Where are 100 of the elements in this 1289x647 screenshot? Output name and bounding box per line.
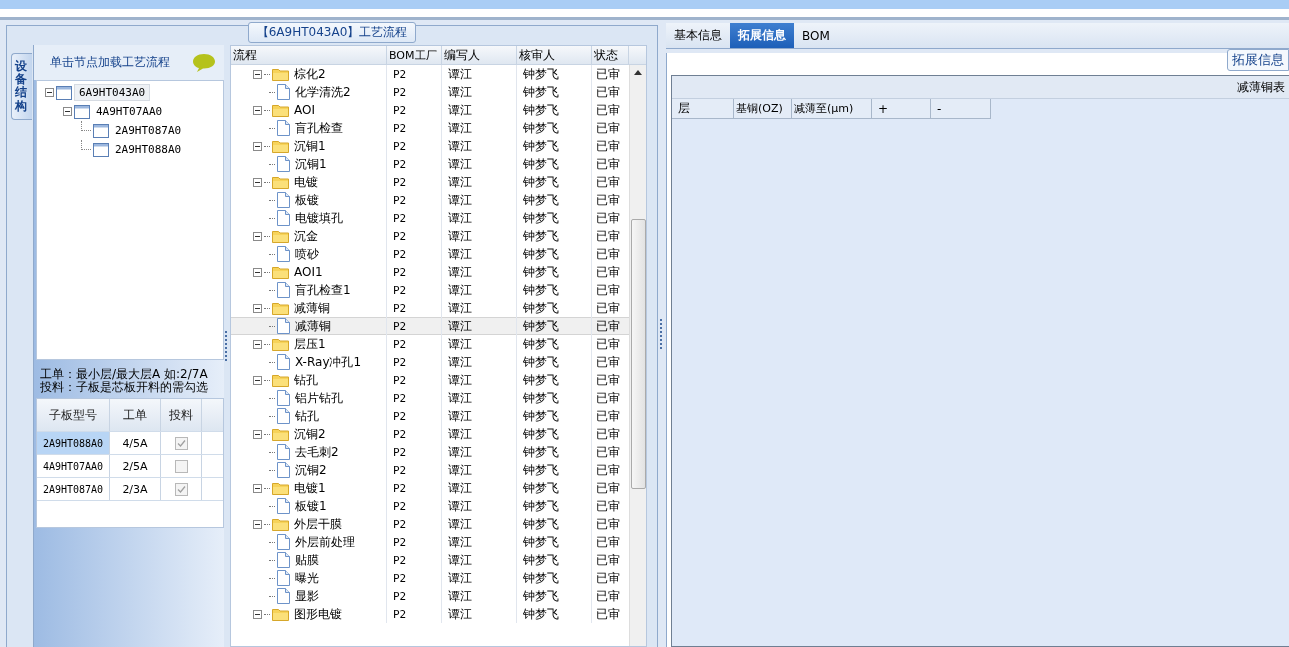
table-row[interactable]: 电镀填孔 P2 谭江 钟梦飞 已审 [231, 209, 629, 227]
column-header[interactable]: 层 [672, 99, 734, 119]
table-row[interactable]: 盲孔检查1 P2 谭江 钟梦飞 已审 [231, 281, 629, 299]
tree-node[interactable]: 2A9HT088A0 [111, 142, 186, 157]
table-row[interactable]: 盲孔检查 P2 谭江 钟梦飞 已审 [231, 119, 629, 137]
checkbox[interactable] [174, 436, 188, 450]
table-row[interactable]: 曝光 P2 谭江 钟梦飞 已审 [231, 569, 629, 587]
table-cell: P2 [387, 551, 442, 569]
collapse-icon[interactable] [253, 267, 262, 277]
scrollbar[interactable] [629, 65, 646, 646]
table-row[interactable]: AOI1 P2 谭江 钟梦飞 已审 [231, 263, 629, 281]
process-name: X-Ray冲孔1 [295, 353, 362, 371]
table-cell: 谭江 [442, 83, 517, 101]
tab[interactable]: 拓展信息 [730, 23, 794, 48]
column-header[interactable]: BOM工厂 [387, 46, 442, 64]
collapse-icon[interactable] [253, 519, 262, 529]
table-row[interactable]: 沉金 P2 谭江 钟梦飞 已审 [231, 227, 629, 245]
collapse-icon[interactable] [45, 88, 54, 97]
collapse-icon[interactable] [253, 375, 262, 385]
document-icon [277, 246, 290, 262]
document-icon [277, 444, 290, 460]
table-row[interactable]: 电镀 P2 谭江 钟梦飞 已审 [231, 173, 629, 191]
folder-icon [272, 301, 289, 315]
table-cell: P2 [387, 587, 442, 605]
table-row[interactable]: X-Ray冲孔1 P2 谭江 钟梦飞 已审 [231, 353, 629, 371]
tree-node[interactable]: 2A9HT087A0 [111, 123, 186, 138]
checkbox[interactable] [174, 482, 188, 496]
table-cell: 谭江 [442, 173, 517, 191]
table-row[interactable]: 去毛刺2 P2 谭江 钟梦飞 已审 [231, 443, 629, 461]
column-header[interactable]: 核审人 [517, 46, 592, 64]
tree-node[interactable]: 6A9HT043A0 [74, 84, 151, 101]
table-row[interactable]: 沉铜1 P2 谭江 钟梦飞 已审 [231, 155, 629, 173]
table-cell: 钟梦飞 [517, 533, 592, 551]
tab[interactable]: BOM [794, 23, 838, 48]
table-row[interactable]: 棕化2 P2 谭江 钟梦飞 已审 [231, 65, 629, 83]
table-row[interactable]: 沉铜2 P2 谭江 钟梦飞 已审 [231, 461, 629, 479]
table-row[interactable]: 显影 P2 谭江 钟梦飞 已审 [231, 587, 629, 605]
column-header[interactable]: + [872, 99, 931, 119]
column-header[interactable]: 编写人 [442, 46, 517, 64]
column-header[interactable]: 状态 [592, 46, 629, 64]
side-tab[interactable]: 设备结构 [11, 53, 32, 120]
table-row[interactable]: 板镀 P2 谭江 钟梦飞 已审 [231, 191, 629, 209]
collapse-icon[interactable] [253, 429, 262, 439]
checkbox[interactable] [174, 459, 188, 473]
column-header[interactable]: 减薄至(μm) [792, 99, 872, 119]
table-row[interactable]: 层压1 P2 谭江 钟梦飞 已审 [231, 335, 629, 353]
table-row[interactable]: 板镀1 P2 谭江 钟梦飞 已审 [231, 497, 629, 515]
table-cell[interactable]: 2A9HT087A0 [37, 478, 110, 500]
table-cell-text: 已审 [595, 227, 621, 245]
folder-icon [272, 607, 289, 621]
collapse-icon[interactable] [253, 339, 262, 349]
collapse-icon[interactable] [253, 105, 262, 115]
table-row[interactable]: 铝片钻孔 P2 谭江 钟梦飞 已审 [231, 389, 629, 407]
column-header[interactable]: 子板型号 [37, 399, 110, 431]
table-cell[interactable]: 4A9HT07AA0 [37, 455, 110, 477]
collapse-icon[interactable] [253, 303, 262, 313]
table-cell-text: 已审 [595, 173, 621, 191]
collapse-icon[interactable] [253, 483, 262, 493]
table-cell: 钟梦飞 [517, 479, 592, 497]
collapse-icon[interactable] [253, 69, 262, 79]
process-name: AOI [294, 103, 315, 117]
tree-node[interactable]: 4A9HT07AA0 [92, 104, 167, 119]
column-header[interactable]: 投料 [161, 399, 202, 431]
table-cell: 钟梦飞 [517, 209, 592, 227]
table-cell: 钟梦飞 [517, 389, 592, 407]
collapse-icon[interactable] [253, 609, 262, 619]
table-row[interactable]: 钻孔 P2 谭江 钟梦飞 已审 [231, 371, 629, 389]
table-cell: P2 [387, 497, 442, 515]
document-icon [277, 552, 290, 568]
table-cell: 谭江 [442, 605, 517, 623]
table-cell: 谭江 [442, 551, 517, 569]
table-cell: P2 [387, 515, 442, 533]
table-row[interactable]: 外层前处理 P2 谭江 钟梦飞 已审 [231, 533, 629, 551]
process-name: 减薄铜 [295, 317, 331, 335]
table-row[interactable]: 沉铜1 P2 谭江 钟梦飞 已审 [231, 137, 629, 155]
column-header[interactable]: 流程 [231, 46, 387, 64]
collapse-icon[interactable] [63, 107, 72, 116]
collapse-icon[interactable] [253, 231, 262, 241]
table-row[interactable]: 沉铜2 P2 谭江 钟梦飞 已审 [231, 425, 629, 443]
table-row[interactable]: 贴膜 P2 谭江 钟梦飞 已审 [231, 551, 629, 569]
process-name: 沉铜1 [294, 137, 326, 155]
table-row[interactable]: 外层干膜 P2 谭江 钟梦飞 已审 [231, 515, 629, 533]
tab[interactable]: 基本信息 [666, 23, 730, 48]
table-cell: 钟梦飞 [517, 353, 592, 371]
table-row[interactable]: AOI P2 谭江 钟梦飞 已审 [231, 101, 629, 119]
collapse-icon[interactable] [253, 141, 262, 151]
column-header[interactable]: 基铜(OZ) [734, 99, 792, 119]
collapse-icon[interactable] [253, 177, 262, 187]
folder-icon [272, 103, 289, 117]
table-row[interactable]: 减薄铜 P2 谭江 钟梦飞 已审 [231, 317, 629, 335]
table-row[interactable]: 钻孔 P2 谭江 钟梦飞 已审 [231, 407, 629, 425]
column-header[interactable]: - [931, 99, 991, 119]
table-row[interactable]: 化学清洗2 P2 谭江 钟梦飞 已审 [231, 83, 629, 101]
document-icon [277, 354, 290, 370]
table-row[interactable]: 电镀1 P2 谭江 钟梦飞 已审 [231, 479, 629, 497]
column-header[interactable]: 工单 [110, 399, 161, 431]
table-row[interactable]: 图形电镀 P2 谭江 钟梦飞 已审 [231, 605, 629, 623]
table-cell[interactable]: 2A9HT088A0 [37, 432, 110, 454]
table-row[interactable]: 喷砂 P2 谭江 钟梦飞 已审 [231, 245, 629, 263]
table-cell: 谭江 [442, 587, 517, 605]
